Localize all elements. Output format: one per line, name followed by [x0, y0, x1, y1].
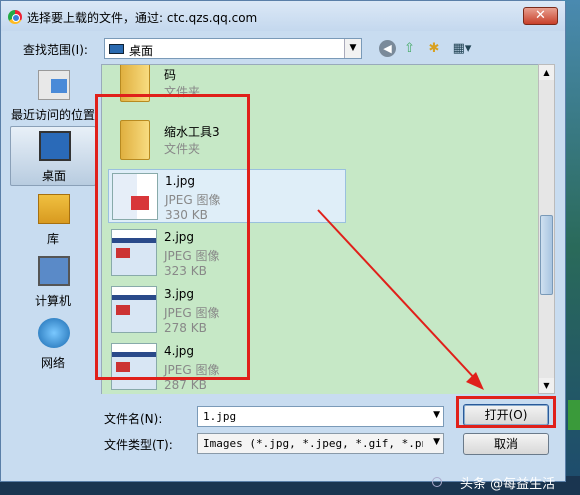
place-computer[interactable]: 计算机: [10, 252, 96, 312]
cancel-button[interactable]: 取消: [463, 433, 549, 455]
place-label: 库: [46, 232, 59, 246]
lookin-label: 查找范围(I):: [23, 43, 88, 57]
network-icon: [38, 318, 70, 348]
close-button[interactable]: ✕: [523, 7, 558, 25]
desktop-icon: [109, 44, 124, 54]
computer-icon: [38, 256, 70, 286]
back-icon[interactable]: ◀: [379, 40, 396, 57]
chevron-down-icon[interactable]: ▼: [344, 39, 361, 58]
filetype-select[interactable]: Images (*.jpg, *.jpeg, *.gif, *.png, ▼: [197, 433, 444, 454]
desktop-icon: [39, 131, 71, 161]
filename-value: 1.jpg: [203, 410, 237, 423]
scroll-down-icon[interactable]: ▼: [539, 378, 554, 393]
lookin-value: 桌面: [129, 44, 154, 58]
scroll-thumb[interactable]: [540, 215, 553, 295]
place-recent[interactable]: 最近访问的位置: [10, 66, 96, 126]
filename-input[interactable]: 1.jpg ▼: [197, 406, 444, 427]
place-label: 网络: [40, 356, 65, 370]
place-libraries[interactable]: 库: [10, 190, 96, 250]
scroll-up-icon[interactable]: ▲: [539, 65, 554, 80]
chevron-down-icon[interactable]: ▼: [433, 437, 440, 447]
filetype-label: 文件类型(T):: [104, 438, 173, 452]
place-label: 计算机: [34, 294, 71, 308]
chrome-icon: [8, 10, 22, 24]
file-size: 287 KB: [164, 378, 207, 392]
libraries-icon: [38, 194, 70, 224]
highlight-box-files: [95, 94, 250, 380]
watermark-text: 头条 @每益生活: [460, 477, 556, 492]
new-folder-icon[interactable]: ✱: [425, 40, 443, 57]
place-desktop[interactable]: 桌面: [10, 126, 96, 186]
filetype-value: Images (*.jpg, *.jpeg, *.gif, *.png,: [203, 437, 423, 450]
filename-label: 文件名(N):: [104, 412, 163, 426]
file-name: 码: [164, 68, 177, 82]
up-folder-icon[interactable]: ⇧: [402, 40, 417, 57]
highlight-box-open: [456, 396, 556, 428]
place-network[interactable]: 网络: [10, 314, 96, 374]
lookin-combo[interactable]: 桌面 ▼: [104, 38, 362, 59]
place-label: 最近访问的位置: [10, 108, 95, 122]
places-bar: 最近访问的位置 桌面 库 计算机 网络: [8, 64, 98, 394]
view-menu-icon[interactable]: ▦▾: [449, 40, 475, 57]
chevron-down-icon[interactable]: ▼: [433, 410, 440, 420]
place-label: 桌面: [41, 169, 66, 183]
window-title: 选择要上载的文件，通过: ctc.qzs.qq.com: [27, 11, 258, 25]
recent-places-icon: [38, 70, 70, 100]
vertical-scrollbar[interactable]: ▲ ▼: [538, 64, 555, 394]
watermark-icon: [432, 477, 442, 487]
title-bar: 选择要上载的文件，通过: ctc.qzs.qq.com ✕: [1, 1, 565, 31]
